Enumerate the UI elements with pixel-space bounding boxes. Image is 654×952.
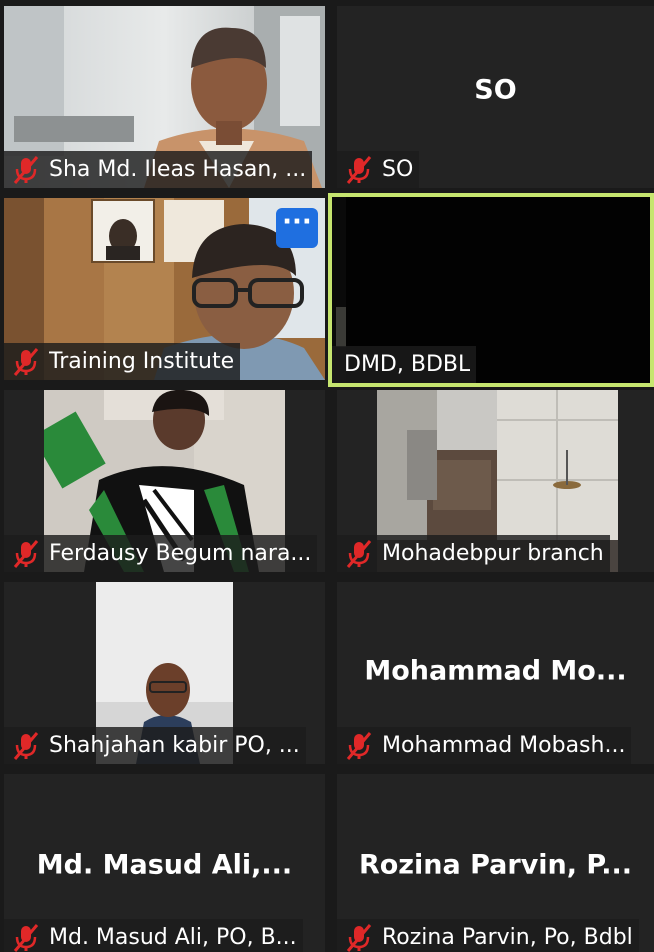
participant-name-label: Training Institute bbox=[4, 343, 241, 380]
participant-tile[interactable]: Mohammad Mo... Mohammad Mobash... bbox=[337, 582, 654, 764]
participant-tile[interactable]: ··· Training Institute bbox=[4, 198, 325, 380]
participant-name: Mohadebpur branch bbox=[382, 541, 604, 566]
muted-mic-icon bbox=[346, 539, 372, 568]
participant-name-label: Rozina Parvin, Po, Bdbl bbox=[337, 919, 639, 952]
muted-mic-icon bbox=[13, 731, 39, 760]
participant-name-label: SO bbox=[337, 151, 420, 188]
participant-name: Sha Md. Ileas Hasan, ... bbox=[49, 157, 307, 182]
participant-name: Ferdausy Begum nara... bbox=[49, 541, 312, 566]
participant-tile[interactable]: Rozina Parvin, P... Rozina Parvin, Po, B… bbox=[337, 774, 654, 952]
muted-mic-icon bbox=[13, 347, 39, 376]
muted-mic-icon bbox=[13, 923, 39, 952]
participant-tile-active-speaker[interactable]: DMD, BDBL bbox=[328, 193, 654, 387]
participant-name-label: Shahjahan kabir PO, ... bbox=[4, 727, 306, 764]
muted-mic-icon bbox=[13, 155, 39, 184]
participant-name-label: Mohammad Mobash... bbox=[337, 727, 632, 764]
participant-name: DMD, BDBL bbox=[344, 352, 471, 377]
muted-mic-icon bbox=[13, 539, 39, 568]
participant-display-name: Md. Masud Ali,... bbox=[36, 849, 293, 881]
muted-mic-icon bbox=[346, 731, 372, 760]
more-options-icon: ··· bbox=[282, 207, 312, 237]
participant-display-name: Rozina Parvin, P... bbox=[358, 849, 633, 881]
participant-name: Shahjahan kabir PO, ... bbox=[49, 733, 300, 758]
participant-tile[interactable]: Sha Md. Ileas Hasan, ... bbox=[4, 6, 325, 188]
participant-tile[interactable]: Md. Masud Ali,... Md. Masud Ali, PO, B..… bbox=[4, 774, 325, 952]
participant-tile[interactable]: SO SO bbox=[337, 6, 654, 188]
participant-display-name: Mohammad Mo... bbox=[364, 655, 627, 687]
participant-name-label: Md. Masud Ali, PO, B... bbox=[4, 919, 303, 952]
muted-mic-icon bbox=[346, 923, 372, 952]
participant-tile[interactable]: Ferdausy Begum nara... bbox=[4, 390, 325, 572]
muted-mic-icon bbox=[346, 155, 372, 184]
more-options-button[interactable]: ··· bbox=[276, 208, 318, 248]
participant-name: Md. Masud Ali, PO, B... bbox=[49, 925, 297, 950]
participant-name: SO bbox=[382, 157, 414, 182]
participant-name: Training Institute bbox=[49, 349, 235, 374]
participant-name: Mohammad Mobash... bbox=[382, 733, 626, 758]
participant-tile[interactable]: Shahjahan kabir PO, ... bbox=[4, 582, 325, 764]
participant-name-label: Sha Md. Ileas Hasan, ... bbox=[4, 151, 313, 188]
video-gallery: Sha Md. Ileas Hasan, ... SO SO ··· Train… bbox=[0, 0, 654, 952]
participant-name: Rozina Parvin, Po, Bdbl bbox=[382, 925, 633, 950]
participant-tile[interactable]: Mohadebpur branch bbox=[337, 390, 654, 572]
participant-name-label: Ferdausy Begum nara... bbox=[4, 535, 318, 572]
participant-display-name: SO bbox=[474, 74, 517, 106]
participant-name-label: Mohadebpur branch bbox=[337, 535, 610, 572]
participant-name-label: DMD, BDBL bbox=[332, 346, 477, 383]
